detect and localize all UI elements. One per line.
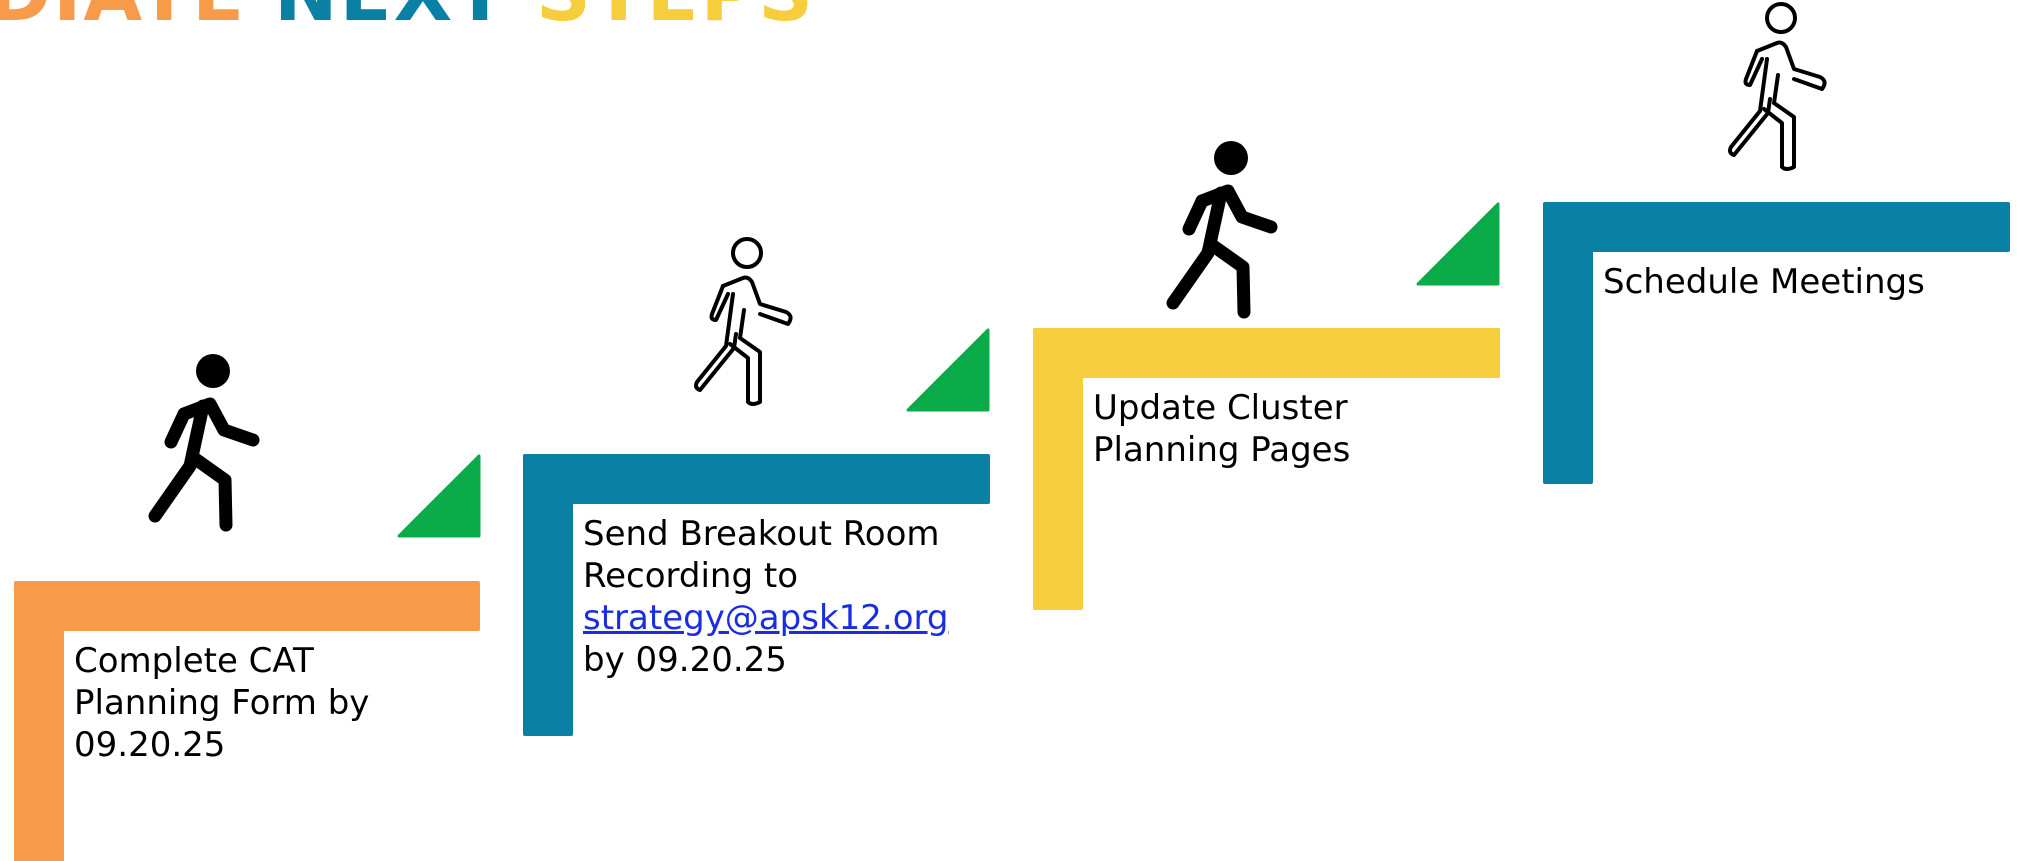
title-word-1: DIATE bbox=[0, 0, 246, 32]
step-2-side-bar bbox=[523, 454, 573, 736]
slide-title: DIATE NEXT STEPS bbox=[0, 0, 815, 32]
walking-person-filled-icon bbox=[140, 350, 270, 536]
step-3-label: Update Cluster Planning Pages bbox=[1093, 388, 1351, 470]
step-3-top-bar bbox=[1033, 328, 1500, 378]
step-1-side-bar bbox=[14, 581, 64, 861]
step-2-top-bar bbox=[523, 454, 990, 504]
step-4-label: Schedule Meetings bbox=[1603, 262, 1925, 302]
walking-person-outline-icon bbox=[1702, 0, 1832, 185]
walking-person-filled-icon bbox=[1162, 137, 1292, 323]
step-2-label: Send Breakout Room Recording to strategy… bbox=[583, 514, 949, 680]
step-3-side-bar bbox=[1033, 328, 1083, 610]
step-1-top-bar bbox=[14, 581, 480, 631]
slide-canvas: DIATE NEXT STEPS Complete CAT Planning For… bbox=[0, 0, 2024, 861]
step-1-arrow-triangle bbox=[397, 454, 481, 538]
step-4-top-bar bbox=[1543, 202, 2010, 252]
step-1-label: Complete CAT Planning Form by 09.20.25 bbox=[74, 641, 370, 765]
step-2-arrow-triangle bbox=[906, 328, 990, 412]
email-link[interactable]: strategy@apsk12.org bbox=[583, 598, 948, 638]
walking-person-outline-icon bbox=[668, 234, 798, 420]
title-word-2: NEXT bbox=[274, 0, 508, 32]
step-4-side-bar bbox=[1543, 202, 1593, 484]
step-3-arrow-triangle bbox=[1416, 202, 1500, 286]
title-word-3: STEPS bbox=[536, 0, 815, 32]
